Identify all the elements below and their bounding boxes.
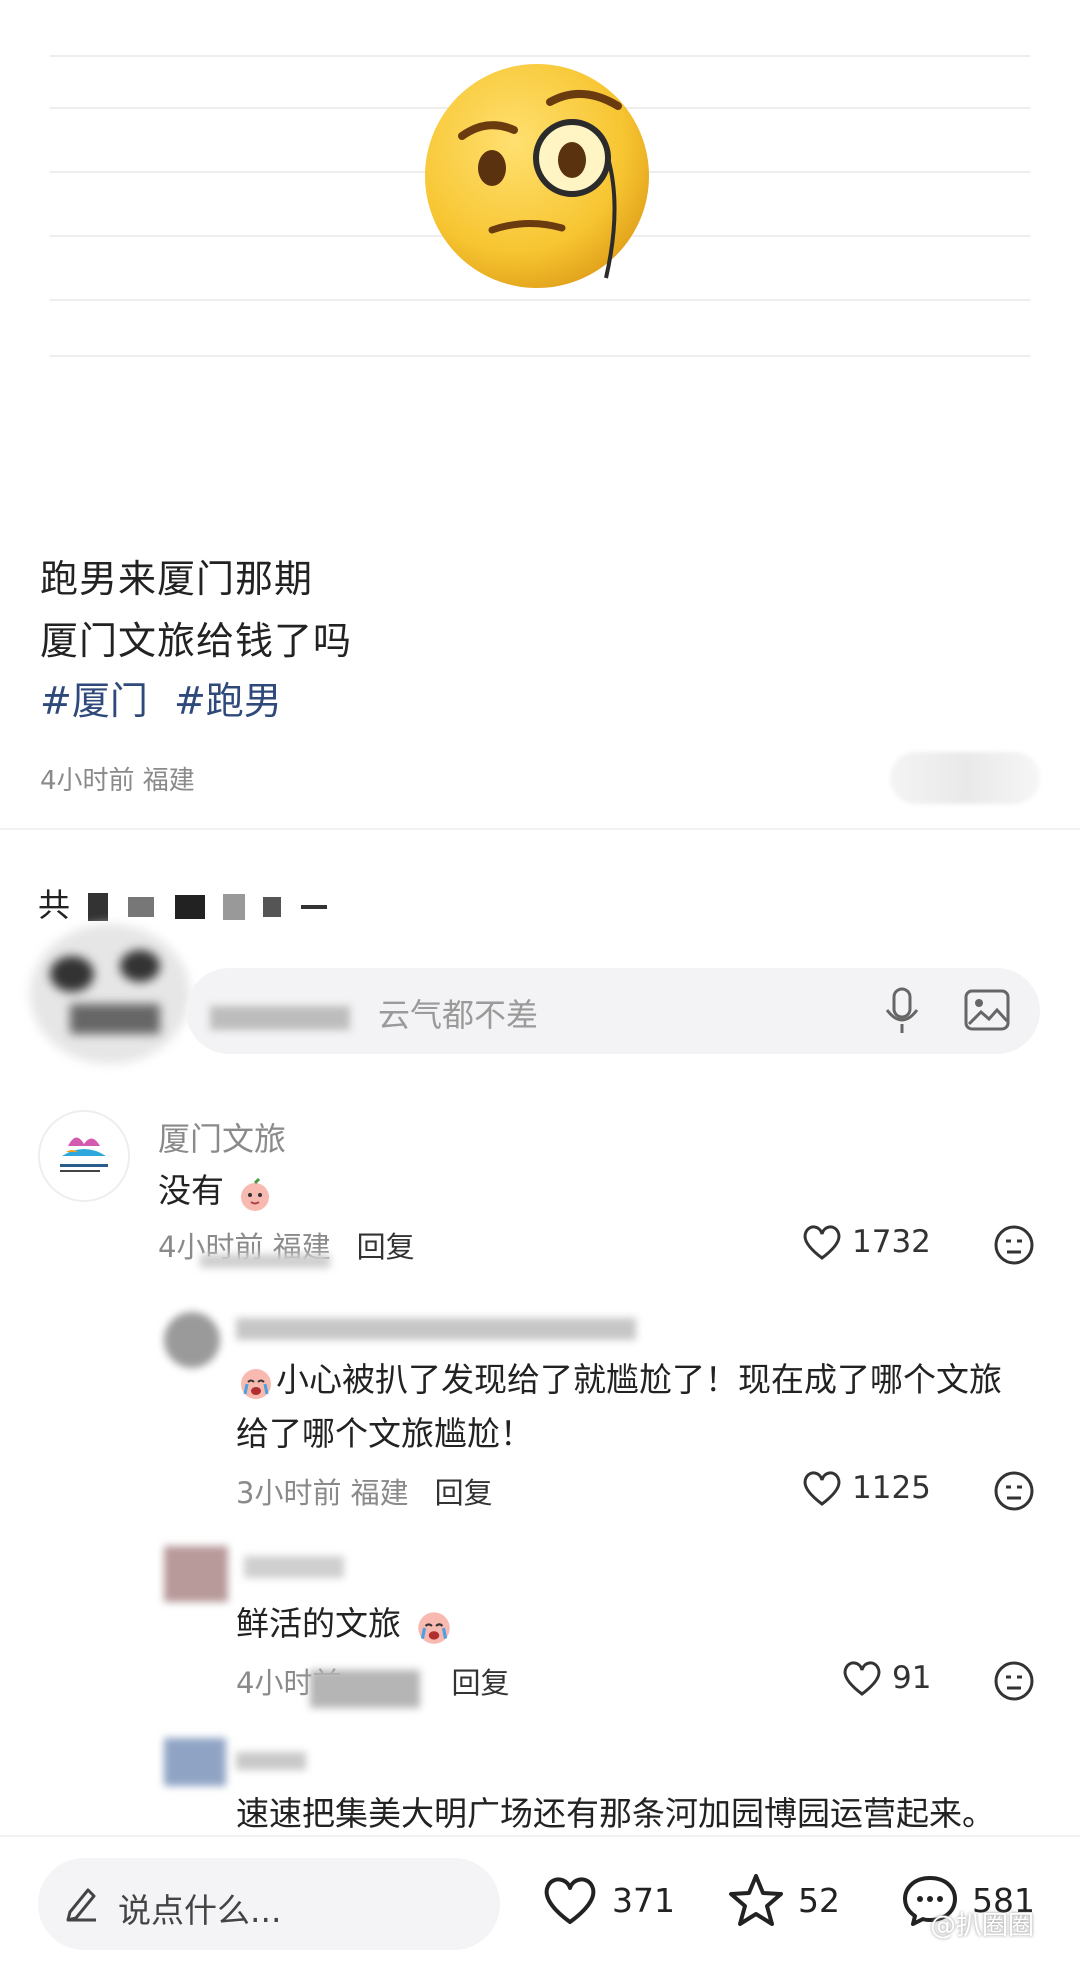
say-something-placeholder[interactable]: 说点什么... bbox=[118, 1884, 281, 1932]
comment-author-blurred[interactable] bbox=[236, 1318, 636, 1340]
tag-paonan[interactable]: #跑男 bbox=[174, 679, 282, 723]
comment-author[interactable]: 厦门文旅 bbox=[158, 1114, 286, 1160]
post-tags: #厦门 #跑男 bbox=[40, 670, 296, 725]
comment-avatar-xiamen-tourism[interactable] bbox=[38, 1110, 130, 1202]
comment-author-blurred[interactable] bbox=[244, 1556, 344, 1578]
comment-like-button[interactable]: 1732 bbox=[800, 1222, 931, 1262]
post-meta: 4小时前 福建 bbox=[40, 766, 195, 796]
meh-face-icon[interactable] bbox=[993, 1470, 1035, 1512]
comment-text-line-2: 给了哪个文旅尴尬！ bbox=[236, 1414, 533, 1453]
like-count: 1125 bbox=[852, 1470, 931, 1506]
favorite-total: 52 bbox=[798, 1880, 840, 1920]
image-icon[interactable] bbox=[963, 988, 1011, 1032]
heart-icon bbox=[803, 1471, 841, 1506]
comment-text: 速速把集美大明广场还有那条河加园博园运营起来。 bbox=[236, 1794, 995, 1833]
comment-like-button[interactable]: 91 bbox=[840, 1658, 931, 1698]
follow-button-blurred[interactable] bbox=[890, 752, 1040, 804]
meh-face-icon[interactable] bbox=[993, 1224, 1035, 1266]
comment-author-blurred[interactable] bbox=[236, 1752, 306, 1770]
like-button[interactable]: 371 bbox=[540, 1872, 675, 1928]
comment-meta: 3小时前 福建 回复 bbox=[236, 1476, 493, 1510]
pencil-icon bbox=[66, 1888, 96, 1922]
reply-button[interactable]: 回复 bbox=[451, 1666, 509, 1700]
microphone-icon[interactable] bbox=[880, 986, 924, 1036]
tag-xiamen[interactable]: #厦门 bbox=[40, 679, 148, 723]
comment-avatar[interactable] bbox=[164, 1312, 220, 1368]
reply-button[interactable]: 回复 bbox=[357, 1230, 415, 1264]
like-total: 371 bbox=[612, 1880, 675, 1920]
comment-input-placeholder[interactable]: 云气都不差 bbox=[378, 990, 538, 1036]
post-text-line-1: 跑男来厦门那期 bbox=[40, 557, 314, 601]
favorite-button[interactable]: 52 bbox=[726, 1872, 840, 1928]
post-text-line-2: 厦门文旅给钱了吗 bbox=[40, 619, 353, 663]
reply-button[interactable]: 回复 bbox=[435, 1476, 493, 1510]
current-user-avatar[interactable] bbox=[10, 904, 210, 1074]
comment-text: 小心被扒了发现给了就尴尬了！现在成了哪个文旅 bbox=[236, 1354, 1002, 1406]
crying-sticker-icon bbox=[417, 1611, 450, 1644]
comment-text: 没有 bbox=[158, 1165, 275, 1217]
like-count: 91 bbox=[892, 1660, 932, 1696]
blurred-area bbox=[200, 1254, 330, 1268]
tourism-logo-icon bbox=[60, 1137, 108, 1172]
heart-icon bbox=[544, 1877, 596, 1924]
blurred-area bbox=[310, 1670, 420, 1708]
watermark: @扒圈圈 bbox=[930, 1911, 1035, 1941]
heart-icon bbox=[843, 1661, 881, 1696]
divider bbox=[0, 828, 1080, 830]
comment-avatar[interactable] bbox=[164, 1546, 228, 1602]
heart-icon bbox=[803, 1225, 841, 1260]
comment-like-button[interactable]: 1125 bbox=[800, 1468, 931, 1508]
comment-text: 鲜活的文旅 bbox=[236, 1598, 456, 1650]
meh-face-icon[interactable] bbox=[993, 1660, 1035, 1702]
star-icon bbox=[729, 1874, 783, 1926]
comment-avatar[interactable] bbox=[164, 1738, 226, 1786]
like-count: 1732 bbox=[852, 1224, 931, 1260]
crying-sticker-icon bbox=[241, 1368, 271, 1399]
blurred-hint bbox=[210, 1006, 350, 1030]
hi-sticker-icon bbox=[240, 1177, 269, 1211]
monocle-face-emoji-icon bbox=[425, 64, 649, 288]
